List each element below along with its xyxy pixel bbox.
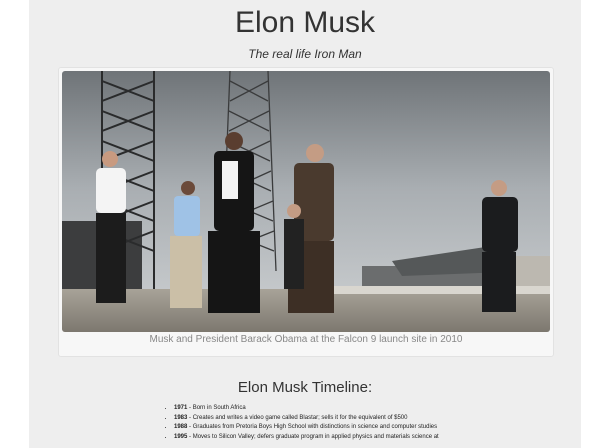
timeline-year: 1971	[174, 405, 188, 411]
timeline-year: 1983	[174, 414, 188, 421]
timeline-year: 1988	[174, 424, 188, 430]
timeline-heading: Elon Musk Timeline:	[237, 379, 373, 396]
timeline-text: - Born in South Africa	[187, 405, 246, 411]
timeline-item: 1983 - Creates and writes a video game c…	[174, 414, 534, 424]
page-subtitle: The real life Iron Man	[248, 47, 362, 61]
photo-thumbnail: Musk and President Barack Obama at the F…	[58, 67, 554, 357]
page-container: Elon Musk The real life Iron Man Musk an…	[29, 0, 581, 448]
timeline-item: 1971 - Born in South Africa	[174, 404, 534, 414]
timeline-text: - Graduates from Pretoria Boys High Scho…	[187, 424, 438, 430]
timeline-text: - Moves to Silicon Valley; defers gradua…	[187, 433, 439, 440]
timeline-year: 1995	[174, 433, 188, 440]
timeline-list: 1971 - Born in South Africa 1983 - Creat…	[164, 404, 534, 442]
page-title: Elon Musk	[234, 6, 376, 39]
timeline-item: 1995 - Moves to Silicon Valley; defers g…	[174, 433, 534, 443]
timeline-item: 1988 - Graduates from Pretoria Boys High…	[174, 423, 534, 433]
timeline-text: - Creates and writes a video game called…	[187, 414, 408, 421]
photo-caption: Musk and President Barack Obama at the F…	[149, 334, 463, 345]
launch-site-photo	[62, 71, 550, 332]
